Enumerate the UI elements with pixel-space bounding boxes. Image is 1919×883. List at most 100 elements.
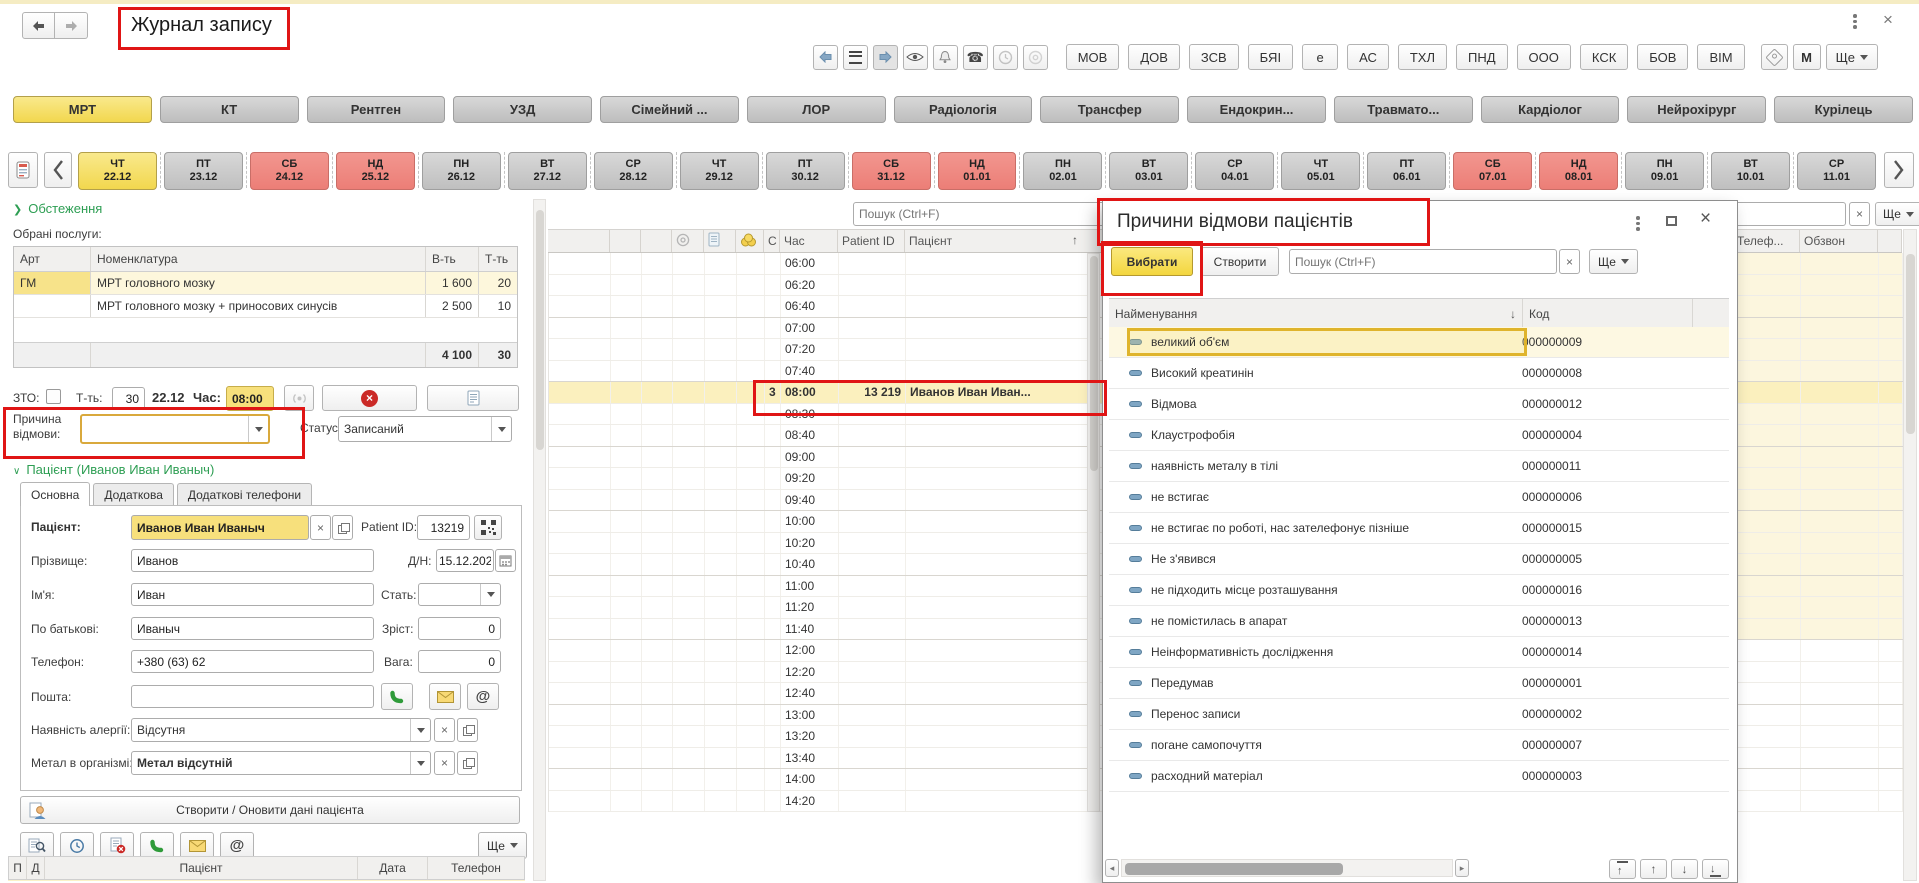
dialog-close-icon[interactable]: ×	[1700, 208, 1711, 230]
day-04.01[interactable]: СР04.01	[1195, 152, 1274, 190]
dialog-hscroll-left-button[interactable]: ◂	[1105, 859, 1119, 877]
schedule-col-callback[interactable]: Обзвон	[1800, 230, 1878, 252]
calendar-button[interactable]	[8, 152, 38, 188]
toolbar-button-ТХЛ[interactable]: ТХЛ	[1398, 44, 1447, 70]
tab-Рентген[interactable]: Рентген	[307, 96, 446, 123]
dialog-search-input[interactable]	[1289, 249, 1557, 274]
day-25.12[interactable]: НД25.12	[336, 152, 415, 190]
reason-row[interactable]: Передумав000000001	[1109, 668, 1729, 699]
dialog-search-clear-button[interactable]: ×	[1559, 249, 1580, 274]
dialog-hscrollbar[interactable]	[1121, 859, 1453, 877]
phone-input[interactable]	[131, 650, 374, 673]
toolbar-button-ВІМ[interactable]: ВІМ	[1697, 44, 1744, 70]
tab-Сімейний ...[interactable]: Сімейний ...	[600, 96, 739, 123]
metal-dropdown-button[interactable]	[410, 752, 430, 774]
reason-row[interactable]: Відмова000000012	[1109, 389, 1729, 420]
window-menu-icon[interactable]	[1853, 12, 1857, 31]
go-first-button[interactable]: ↑	[1609, 859, 1636, 879]
reason-row[interactable]: не підходить місце розташування000000016	[1109, 575, 1729, 606]
schedule-col-c[interactable]: С	[764, 230, 780, 252]
service-row[interactable]: МРТ головного мозку + приносових синусів…	[14, 295, 517, 318]
reason-row[interactable]: расходний матеріал000000003	[1109, 761, 1729, 792]
history-col-Дата[interactable]: Дата	[358, 857, 428, 879]
schedule-search-clear-button[interactable]: ×	[1849, 202, 1870, 226]
toolbar-phone-button[interactable]: ☎	[963, 45, 988, 70]
toolbar-tag-button[interactable]	[1761, 44, 1788, 70]
dialog-menu-icon[interactable]	[1636, 214, 1640, 233]
schedule-inner-scrollbar[interactable]	[1087, 253, 1100, 812]
history-col-Д[interactable]: Д	[27, 857, 45, 879]
day-31.12[interactable]: СБ31.12	[852, 152, 931, 190]
history-col-Пацієнт[interactable]: Пацієнт	[45, 857, 358, 879]
tab-Трансфер[interactable]: Трансфер	[1040, 96, 1179, 123]
metal-combo[interactable]: Метал відсутній	[131, 751, 431, 775]
reason-row[interactable]: не встигає000000006	[1109, 482, 1729, 513]
allergy-open-button[interactable]	[457, 718, 478, 742]
reason-row[interactable]: не помістилась в апарат000000013	[1109, 606, 1729, 637]
service-row[interactable]: ГММРТ головного мозку1 60020	[14, 272, 517, 295]
patient-id-input[interactable]	[417, 515, 470, 540]
sms-patient-button[interactable]	[180, 832, 214, 859]
day-02.01[interactable]: ПН02.01	[1023, 152, 1102, 190]
patient-tab-Основна[interactable]: Основна	[20, 482, 90, 506]
day-07.01[interactable]: СБ07.01	[1453, 152, 1532, 190]
tab-Нейрохірург[interactable]: Нейрохірург	[1627, 96, 1766, 123]
toolbar-clock-button[interactable]	[993, 45, 1018, 70]
reason-row[interactable]: Високий креатинін000000008	[1109, 358, 1729, 389]
toolbar-record-button[interactable]	[1023, 45, 1048, 70]
sms-button[interactable]	[429, 683, 461, 710]
tab-Радіологія[interactable]: Радіологія	[894, 96, 1033, 123]
day-03.01[interactable]: ВТ03.01	[1109, 152, 1188, 190]
forward-button[interactable]	[55, 12, 88, 39]
tab-Курілець[interactable]: Курілець	[1774, 96, 1913, 123]
scrollbar-thumb[interactable]	[1125, 863, 1343, 875]
go-up-button[interactable]: ↑	[1640, 859, 1667, 879]
scrollbar-thumb[interactable]	[1906, 254, 1915, 434]
call-button[interactable]	[381, 683, 413, 710]
day-27.12[interactable]: ВТ27.12	[508, 152, 587, 190]
day-01.01[interactable]: НД01.01	[938, 152, 1017, 190]
toolbar-button-ПНД[interactable]: ПНД	[1456, 44, 1508, 70]
services-col-Т-ть[interactable]: Т-ть	[479, 247, 517, 271]
toolbar-forward-button[interactable]	[873, 45, 898, 70]
notes-button[interactable]	[427, 385, 519, 411]
firstname-input[interactable]	[131, 583, 374, 606]
reason-row[interactable]: Не з'явився000000005	[1109, 544, 1729, 575]
schedule-sort-icon[interactable]: ↑	[1072, 233, 1078, 247]
announce-button[interactable]	[284, 385, 314, 411]
schedule-more-button[interactable]: Ще	[1875, 202, 1919, 226]
toolbar-view-button[interactable]	[903, 45, 928, 70]
schedule-col-patient-id[interactable]: Patient ID	[838, 230, 905, 252]
reason-row[interactable]: Неінформативність дослідження000000014	[1109, 637, 1729, 668]
dates-prev-button[interactable]	[44, 152, 72, 188]
patient-open-button[interactable]	[332, 515, 353, 540]
history-col-Телефон[interactable]: Телефон	[428, 857, 524, 879]
tab-Кардіолог[interactable]: Кардіолог	[1481, 96, 1620, 123]
zto-checkbox[interactable]	[46, 389, 61, 404]
history-col-П[interactable]: П	[9, 857, 27, 879]
document-column-icon[interactable]	[704, 230, 736, 252]
allergy-dropdown-button[interactable]	[410, 719, 430, 741]
dialog-col-code[interactable]: Код	[1523, 299, 1693, 328]
day-05.01[interactable]: ЧТ05.01	[1281, 152, 1360, 190]
day-24.12[interactable]: СБ24.12	[250, 152, 329, 190]
select-button[interactable]: Вибрати	[1111, 247, 1193, 276]
day-28.12[interactable]: СР28.12	[594, 152, 673, 190]
toolbar-button-ООО[interactable]: ООО	[1517, 44, 1571, 70]
reason-row[interactable]: Перенос записи000000002	[1109, 699, 1729, 730]
day-26.12[interactable]: ПН26.12	[422, 152, 501, 190]
schedule-col-phone[interactable]: Телеф...	[1733, 230, 1800, 252]
lastname-input[interactable]	[131, 549, 374, 572]
toolbar-list-button[interactable]	[843, 45, 868, 70]
section-patient[interactable]: ∨Пацієнт (Иванов Иван Иваныч)	[13, 462, 214, 477]
patient-tab-Додаткова[interactable]: Додаткова	[93, 483, 174, 506]
day-22.12[interactable]: ЧТ22.12	[78, 152, 157, 190]
tab-ЛОР[interactable]: ЛОР	[747, 96, 886, 123]
go-last-button[interactable]: ↓	[1702, 859, 1729, 879]
services-col-Номенклатура[interactable]: Номенклатура	[91, 247, 426, 271]
allergy-clear-button[interactable]: ×	[434, 718, 455, 742]
day-06.01[interactable]: ПТ06.01	[1367, 152, 1446, 190]
toolbar-button-БОВ[interactable]: БОВ	[1637, 44, 1688, 70]
weight-input[interactable]	[418, 650, 501, 673]
create-update-patient-button[interactable]: Створити / Оновити дані пацієнта	[20, 796, 520, 824]
